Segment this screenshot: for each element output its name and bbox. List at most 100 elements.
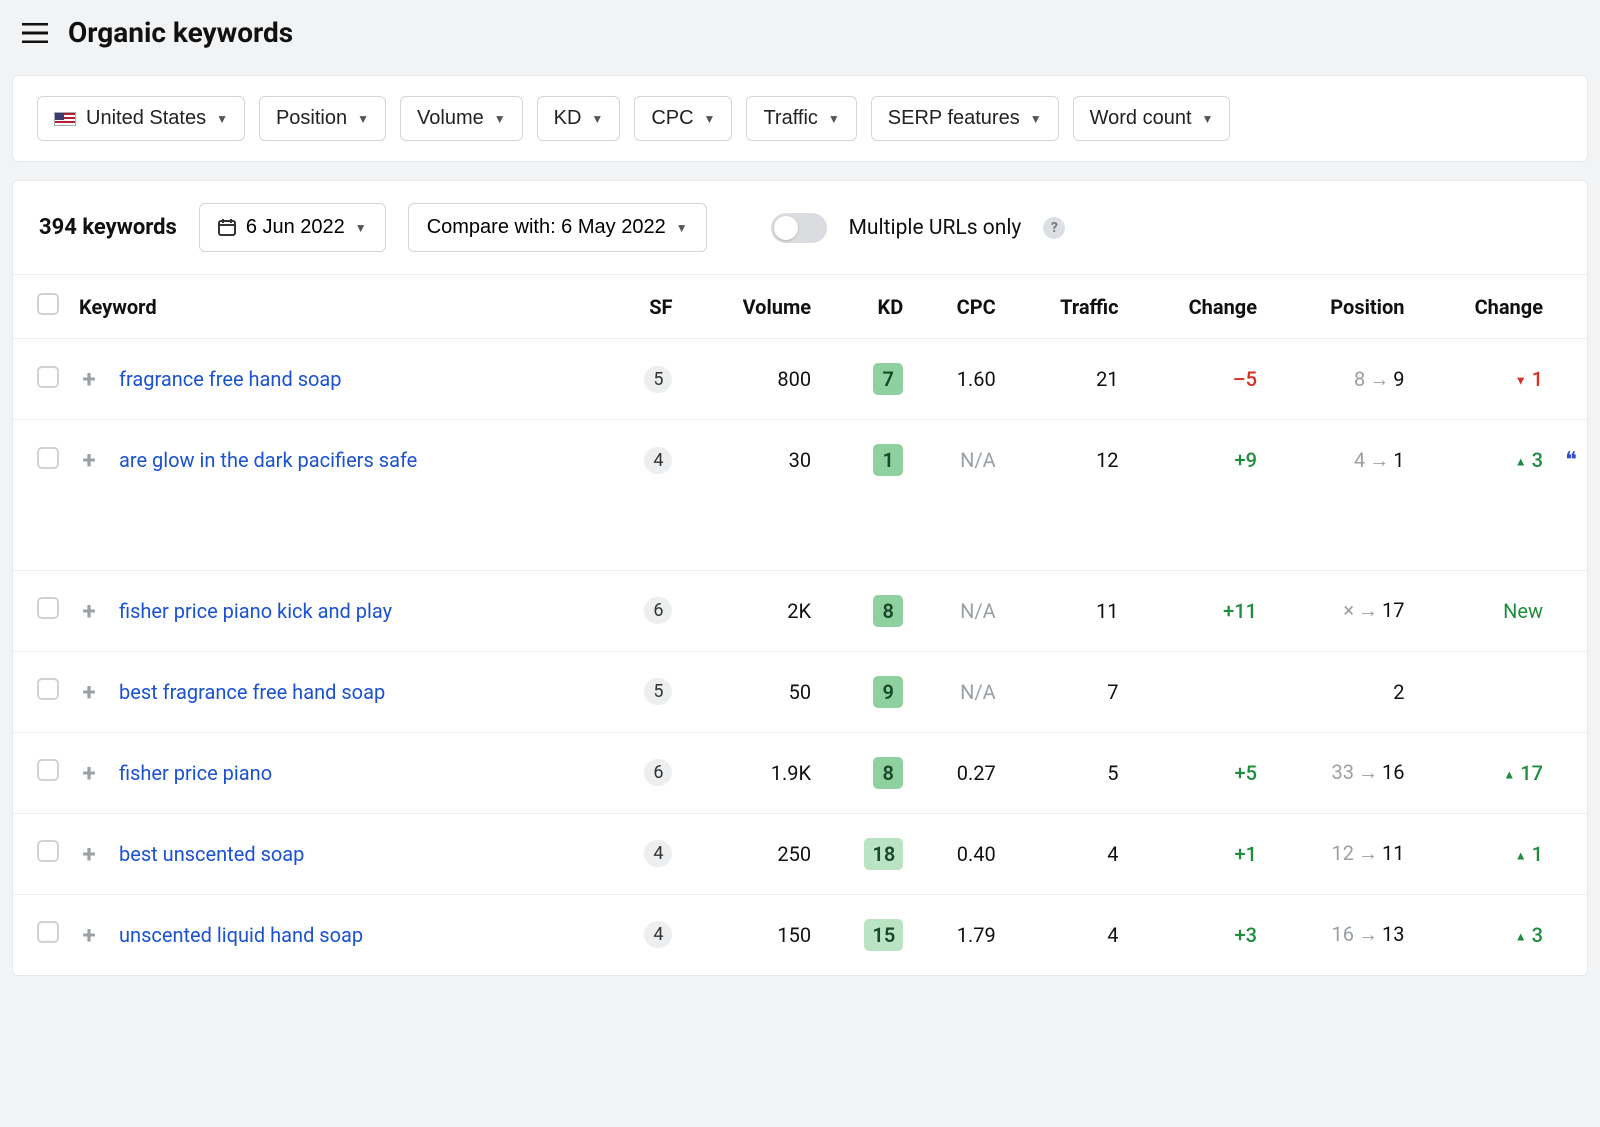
cell-extra (1553, 339, 1587, 420)
chevron-down-icon: ▼ (216, 112, 228, 126)
chevron-down-icon: ▼ (494, 112, 506, 126)
cell-sf: 5 (607, 651, 682, 732)
keyword-link[interactable]: fisher price piano (119, 761, 272, 785)
expand-icon[interactable]: + (79, 678, 99, 706)
expand-icon[interactable]: + (79, 840, 99, 868)
cell-extra: ❝ (1553, 420, 1587, 501)
row-checkbox[interactable] (37, 447, 59, 469)
filter-serp-features[interactable]: SERP features▼ (871, 96, 1059, 141)
col-traffic-change[interactable]: Change (1129, 275, 1267, 339)
cell-position: 8→9 (1267, 339, 1414, 420)
sf-badge: 4 (644, 447, 672, 474)
cell-expand: + (69, 339, 109, 420)
compare-selector[interactable]: Compare with: 6 May 2022 ▼ (408, 203, 707, 252)
featured-snippet-icon: ❝ (1565, 448, 1577, 473)
filter-kd[interactable]: KD▼ (537, 96, 621, 141)
cell-traffic-change: +1 (1129, 813, 1267, 894)
cell-traffic-change: +3 (1129, 894, 1267, 975)
table-row: + are glow in the dark pacifiers safe 4 301… (13, 420, 1587, 501)
cell-position: 2 (1267, 651, 1414, 732)
filters-panel: United States ▼ Position▼Volume▼KD▼CPC▼T… (12, 75, 1588, 162)
multiple-urls-label: Multiple URLs only (849, 216, 1022, 240)
row-checkbox[interactable] (37, 840, 59, 862)
keyword-link[interactable]: are glow in the dark pacifiers safe (119, 448, 417, 472)
us-flag-icon (54, 112, 76, 126)
cell-kd: 1 (821, 420, 913, 501)
keyword-link[interactable]: fisher price piano kick and play (119, 599, 392, 623)
keyword-link[interactable]: best unscented soap (119, 842, 304, 866)
cell-extra (1553, 894, 1587, 975)
row-checkbox[interactable] (37, 597, 59, 619)
keyword-link[interactable]: unscented liquid hand soap (119, 923, 363, 947)
cell-volume: 30 (682, 420, 821, 501)
filter-cpc[interactable]: CPC▼ (634, 96, 732, 141)
select-all-checkbox[interactable] (37, 293, 59, 315)
cell-checkbox (13, 813, 69, 894)
filter-label: Position (276, 107, 347, 130)
cell-cpc: 0.40 (913, 813, 1005, 894)
col-traffic[interactable]: Traffic (1006, 275, 1129, 339)
cell-expand: + (69, 570, 109, 651)
col-volume[interactable]: Volume (682, 275, 821, 339)
expand-icon[interactable]: + (79, 365, 99, 393)
row-checkbox[interactable] (37, 366, 59, 388)
cell-kd: 15 (821, 894, 913, 975)
cell-position: 4→1 (1267, 420, 1414, 501)
filter-label: CPC (651, 107, 693, 130)
cell-sf: 5 (607, 339, 682, 420)
cell-volume: 2K (682, 570, 821, 651)
multiple-urls-toggle[interactable] (771, 213, 827, 243)
sf-badge: 4 (644, 840, 672, 867)
cell-cpc: N/A (913, 420, 1005, 501)
menu-icon[interactable] (22, 23, 48, 43)
cell-traffic-change: +11 (1129, 570, 1267, 651)
cell-keyword: fisher price piano (109, 732, 607, 813)
col-sf[interactable]: SF (607, 275, 682, 339)
chevron-down-icon: ▼ (1030, 112, 1042, 126)
row-checkbox[interactable] (37, 921, 59, 943)
filter-label: Traffic (763, 107, 817, 130)
cell-kd: 8 (821, 570, 913, 651)
cell-position-change: ▲ 1 (1414, 813, 1553, 894)
table-row: +unscented liquid hand soap4150151.794+3… (13, 894, 1587, 975)
row-checkbox[interactable] (37, 759, 59, 781)
date-selector[interactable]: 6 Jun 2022 ▼ (199, 203, 386, 252)
filter-position[interactable]: Position ▼ (259, 96, 386, 141)
expand-icon[interactable]: + (79, 759, 99, 787)
col-keyword[interactable]: Keyword (69, 275, 607, 339)
expand-icon[interactable]: + (79, 921, 99, 949)
col-cpc[interactable]: CPC (913, 275, 1005, 339)
cell-position-change: ▼ 1 (1414, 339, 1553, 420)
row-checkbox[interactable] (37, 678, 59, 700)
kd-badge: 15 (864, 919, 903, 951)
keyword-link[interactable]: best fragrance free hand soap (119, 680, 385, 704)
expand-icon[interactable]: + (79, 597, 99, 625)
cell-position-change: ▲ 17 (1414, 732, 1553, 813)
kd-badge: 8 (873, 757, 903, 789)
filter-word-count[interactable]: Word count▼ (1073, 96, 1231, 141)
kd-badge: 7 (873, 363, 903, 395)
filter-country[interactable]: United States ▼ (37, 96, 245, 141)
cell-traffic-change: –5 (1129, 339, 1267, 420)
cell-keyword: unscented liquid hand soap (109, 894, 607, 975)
col-position-change[interactable]: Change (1414, 275, 1553, 339)
filter-label: KD (554, 107, 582, 130)
col-kd[interactable]: KD (821, 275, 913, 339)
cell-keyword: are glow in the dark pacifiers safe (109, 420, 607, 501)
chevron-down-icon: ▼ (357, 112, 369, 126)
keywords-table: Keyword SF Volume KD CPC Traffic Change … (13, 275, 1587, 975)
chevron-down-icon: ▼ (828, 112, 840, 126)
filter-volume[interactable]: Volume▼ (400, 96, 523, 141)
cell-keyword: best fragrance free hand soap (109, 651, 607, 732)
filter-traffic[interactable]: Traffic ▼ (746, 96, 856, 141)
cell-cpc: 1.79 (913, 894, 1005, 975)
cell-position: 33→16 (1267, 732, 1414, 813)
help-icon[interactable]: ? (1043, 217, 1065, 239)
keyword-link[interactable]: fragrance free hand soap (119, 367, 342, 391)
cell-volume: 50 (682, 651, 821, 732)
sf-badge: 6 (644, 597, 672, 624)
col-position[interactable]: Position (1267, 275, 1414, 339)
expand-icon[interactable]: + (79, 446, 99, 474)
cell-keyword: fisher price piano kick and play (109, 570, 607, 651)
cell-expand: + (69, 813, 109, 894)
